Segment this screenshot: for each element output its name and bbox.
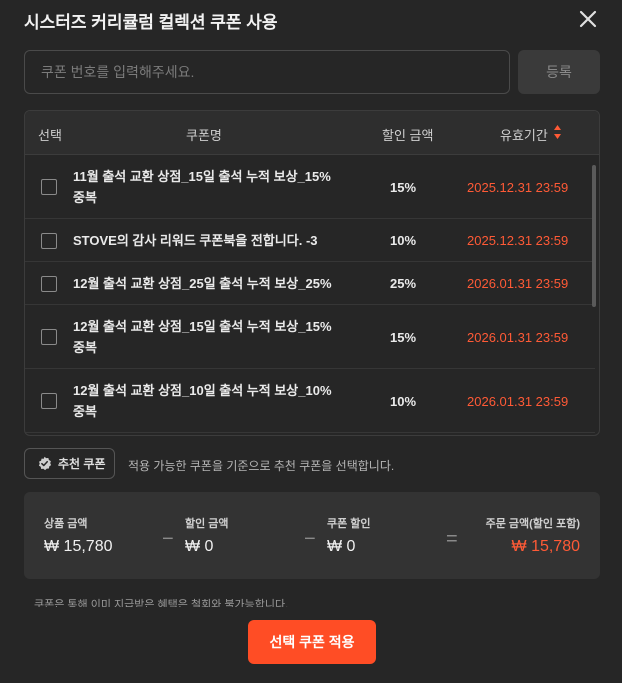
table-row[interactable]: 12월 출석 교환 상점_15일 출석 누적 보상_15% 중복 15% 202… — [25, 305, 595, 369]
coupon-discount: 10% — [389, 233, 417, 248]
badge-check-icon — [38, 456, 52, 471]
header-coupon-name: 쿠폰명 — [186, 128, 222, 143]
coupon-discount: 10% — [389, 394, 417, 409]
discount-amount-value: ₩ 0 — [185, 538, 214, 555]
coupon-checkbox[interactable] — [41, 233, 57, 249]
minus-symbol: − — [304, 528, 316, 550]
price-summary: 상품 금액 ₩ 15,780 − 할인 금액 ₩ 0 − 쿠폰 할인 ₩ 0 =… — [24, 492, 600, 579]
table-scrollbar[interactable] — [592, 165, 596, 307]
order-total-label: 주문 금액(할인 포함) — [485, 518, 580, 530]
product-amount-value: ₩ 15,780 — [44, 538, 113, 555]
header-discount: 할인 금액 — [382, 128, 434, 143]
discount-amount-label: 할인 금액 — [185, 518, 229, 530]
close-icon — [579, 10, 597, 28]
coupon-discount: 25% — [389, 276, 417, 291]
table-row[interactable]: 11월 출석 교환 상점_15일 출석 누적 보상_15% 중복 15% 202… — [25, 155, 595, 219]
coupon-expiry: 2026.01.31 23:59 — [467, 394, 569, 409]
coupon-expiry: 2026.01.31 23:59 — [467, 330, 569, 345]
coupon-checkbox[interactable] — [41, 393, 57, 409]
equals-symbol: = — [446, 528, 458, 550]
coupon-expiry: 2026.01.31 23:59 — [467, 276, 569, 291]
page-title: 시스터즈 커리큘럼 컬렉션 쿠폰 사용 — [24, 13, 278, 32]
recommend-coupon-button[interactable]: 추천 쿠폰 — [24, 448, 115, 479]
order-total-value: ₩ 15,780 — [511, 538, 580, 555]
notice-text: 쿠폰은 통해 이미 지급받은 혜택은 철회와 불가능합니다. — [34, 599, 289, 607]
coupon-name: 12월 출석 교환 상점_25일 출석 누적 보상_25% — [73, 276, 332, 291]
recommend-button-label: 추천 쿠폰 — [58, 457, 106, 471]
coupon-name: 11월 출석 교환 상점_15일 출석 누적 보상_15% 중복 — [73, 169, 331, 205]
minus-symbol: − — [162, 528, 174, 550]
coupon-discount: 15% — [389, 180, 417, 195]
coupon-discount-label: 쿠폰 할인 — [327, 518, 371, 530]
coupon-expiry: 2025.12.31 23:59 — [467, 233, 569, 248]
recommend-description: 적용 가능한 쿠폰을 기준으로 추천 쿠폰을 선택합니다. — [128, 459, 395, 473]
table-header: 선택 쿠폰명 할인 금액 유효기간 — [25, 111, 599, 155]
coupon-name: STOVE의 감사 리워드 쿠폰북을 전합니다. -3 — [73, 233, 318, 248]
header-select: 선택 — [38, 128, 62, 143]
table-row[interactable]: 12월 출석 교환 상점_10일 출석 누적 보상_10% 중복 10% 202… — [25, 369, 595, 433]
coupon-discount: 15% — [389, 330, 417, 345]
product-amount-label: 상품 금액 — [44, 518, 88, 530]
coupon-name: 12월 출석 교환 상점_10일 출석 누적 보상_10% 중복 — [73, 383, 332, 419]
coupon-checkbox[interactable] — [41, 329, 57, 345]
table-body[interactable]: 11월 출석 교환 상점_15일 출석 누적 보상_15% 중복 15% 202… — [25, 155, 595, 435]
coupon-checkbox[interactable] — [41, 276, 57, 292]
coupon-discount-value: ₩ 0 — [327, 538, 356, 555]
table-row[interactable]: 12월 출석 교환 상점_25일 출석 누적 보상_25% 25% 2026.0… — [25, 262, 595, 305]
header-expiry[interactable]: 유효기간 — [500, 125, 548, 144]
coupon-code-input[interactable] — [24, 50, 510, 94]
close-button[interactable] — [574, 5, 602, 33]
coupon-table: 선택 쿠폰명 할인 금액 유효기간 11월 출석 교환 상점_15일 출석 누적… — [24, 110, 600, 436]
apply-coupon-button[interactable]: 선택 쿠폰 적용 — [248, 620, 376, 664]
coupon-name: 12월 출석 교환 상점_15일 출석 누적 보상_15% 중복 — [73, 319, 332, 355]
sort-icon[interactable] — [553, 124, 562, 140]
coupon-expiry: 2025.12.31 23:59 — [467, 180, 569, 195]
coupon-checkbox[interactable] — [41, 179, 57, 195]
register-button[interactable]: 등록 — [518, 50, 600, 94]
table-row[interactable]: STOVE의 감사 리워드 쿠폰북을 전합니다. -3 10% 2025.12.… — [25, 219, 595, 262]
